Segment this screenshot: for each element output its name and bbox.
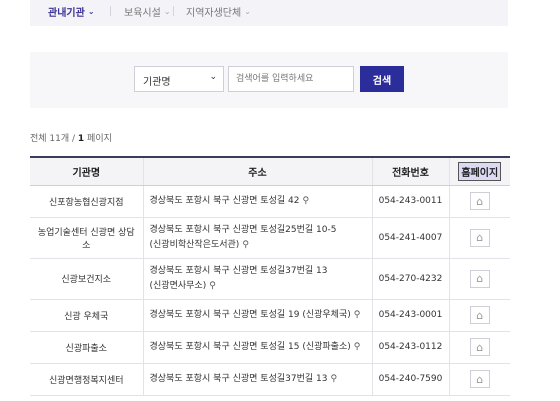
map-pin-icon[interactable]: ⚲ — [209, 279, 216, 294]
address-text: 경상북도 포항시 북구 신광면 토성길 42 — [149, 195, 300, 206]
tab-label: 보육시설 — [124, 8, 161, 19]
chevron-down-icon: ⌄ — [209, 72, 217, 82]
tab-local-groups[interactable]: 지역자생단체 ⌄ — [186, 4, 251, 19]
institution-name: 농업기술센터 신광면 상담소 — [30, 217, 143, 259]
select-value: 기관명 — [143, 77, 171, 88]
home-icon[interactable]: ⌂ — [469, 228, 490, 247]
homepage-cell: ⌂ — [448, 299, 510, 332]
search-input[interactable] — [228, 66, 354, 92]
result-count: 전체 11개 / 1 페이지 — [30, 131, 112, 144]
search-button[interactable]: 검색 — [360, 66, 404, 92]
search-panel: 기관명 ⌄ 검색 — [30, 52, 508, 108]
institution-name: 신광보건지소 — [30, 258, 143, 300]
home-icon[interactable]: ⌂ — [469, 269, 490, 288]
table-row: 신포항농협신광지점 경상북도 포항시 북구 신광면 토성길 42 ⚲ 054-24… — [30, 185, 510, 218]
address-text: 경상북도 포항시 북구 신광면 토성길37번길 13 — [149, 265, 328, 276]
table-row: 신광 우체국 경상북도 포항시 북구 신광면 토성길 19 (신광우체국) ⚲ 0… — [30, 299, 510, 332]
institution-address: 경상북도 포항시 북구 신광면 토성길37번길 13 ⚲ — [142, 363, 372, 396]
homepage-cell: ⌂ — [448, 185, 510, 218]
table-row: 신광면행정복지센터 경상북도 포항시 북구 신광면 토성길37번길 13 ⚲ 05… — [30, 363, 510, 396]
chevron-down-icon: ⌄ — [87, 7, 95, 16]
homepage-header-label: 홈페이지 — [458, 161, 502, 181]
institution-phone: 054-241-4007 — [371, 217, 449, 259]
tab-divider — [110, 6, 111, 16]
homepage-cell: ⌂ — [448, 363, 510, 396]
homepage-cell: ⌂ — [448, 217, 510, 259]
search-field-select[interactable]: 기관명 ⌄ — [134, 66, 224, 92]
map-pin-icon[interactable]: ⚲ — [242, 238, 249, 253]
column-header-homepage: 홈페이지 — [448, 156, 510, 186]
column-header-address: 주소 — [142, 156, 372, 186]
institution-name: 신광면행정복지센터 — [30, 363, 143, 396]
map-pin-icon[interactable]: ⚲ — [354, 308, 361, 323]
address-text: 경상북도 포항시 북구 신광면 토성길25번길 10-5 — [149, 224, 337, 235]
chevron-down-icon: ⌄ — [163, 7, 171, 16]
institution-name: 신광 우체국 — [30, 299, 143, 332]
institution-phone: 054-270-4232 — [371, 258, 449, 300]
address-text: 경상북도 포항시 북구 신광면 토성길 19 (신광우체국) — [149, 309, 351, 320]
map-pin-icon[interactable]: ⚲ — [302, 194, 309, 209]
map-pin-icon[interactable]: ⚲ — [330, 372, 337, 387]
address-detail: (신광면사무소) — [149, 280, 207, 291]
institution-phone: 054-243-0112 — [371, 331, 449, 364]
institution-address: 경상북도 포항시 북구 신광면 토성길 19 (신광우체국) ⚲ — [142, 299, 372, 332]
institution-phone: 054-243-0011 — [371, 185, 449, 218]
institution-phone: 054-243-0001 — [371, 299, 449, 332]
institution-phone: 054-240-7590 — [371, 363, 449, 396]
institution-address: 경상북도 포항시 북구 신광면 토성길 15 (신광파출소) ⚲ — [142, 331, 372, 364]
table-header-row: 기관명 주소 전화번호 홈페이지 — [30, 156, 510, 186]
homepage-cell: ⌂ — [448, 258, 510, 300]
tab-institutions[interactable]: 관내기관 ⌄ — [48, 4, 95, 19]
count-suffix: 페이지 — [84, 134, 112, 144]
institution-address: 경상북도 포항시 북구 신광면 토성길 42 ⚲ — [142, 185, 372, 218]
institution-table: 기관명 주소 전화번호 홈페이지 신포항농협신광지점 경상북도 포항시 북구 신… — [30, 156, 510, 396]
homepage-cell: ⌂ — [448, 331, 510, 364]
home-icon[interactable]: ⌂ — [469, 306, 490, 324]
institution-address: 경상북도 포항시 북구 신광면 토성길37번길 13 (신광면사무소) ⚲ — [142, 258, 372, 300]
home-icon[interactable]: ⌂ — [469, 338, 490, 356]
address-detail: (신광비학산작은도서관) — [149, 239, 240, 250]
institution-name: 신광파출소 — [30, 331, 143, 364]
home-icon[interactable]: ⌂ — [469, 370, 490, 388]
tab-childcare[interactable]: 보육시설 ⌄ — [124, 4, 171, 19]
tab-label: 관내기관 — [48, 8, 85, 19]
address-text: 경상북도 포항시 북구 신광면 토성길 15 (신광파출소) — [149, 341, 351, 352]
chevron-down-icon: ⌄ — [244, 7, 251, 16]
category-tab-bar: 관내기관 ⌄ 보육시설 ⌄ 지역자생단체 ⌄ — [30, 0, 508, 26]
institution-name: 신포항농협신광지점 — [30, 185, 143, 218]
column-header-name: 기관명 — [30, 156, 143, 186]
tab-divider — [173, 6, 174, 16]
count-prefix: 전체 11개 / — [30, 134, 78, 144]
institution-address: 경상북도 포항시 북구 신광면 토성길25번길 10-5 (신광비학산작은도서관)… — [142, 217, 372, 259]
table-row: 신광파출소 경상북도 포항시 북구 신광면 토성길 15 (신광파출소) ⚲ 05… — [30, 331, 510, 364]
home-icon[interactable]: ⌂ — [469, 192, 490, 210]
map-pin-icon[interactable]: ⚲ — [354, 340, 361, 355]
column-header-phone: 전화번호 — [371, 156, 449, 186]
tab-label: 지역자생단체 — [186, 8, 242, 19]
table-row: 농업기술센터 신광면 상담소 경상북도 포항시 북구 신광면 토성길25번길 1… — [30, 217, 510, 259]
address-text: 경상북도 포항시 북구 신광면 토성길37번길 13 — [149, 373, 328, 384]
table-row: 신광보건지소 경상북도 포항시 북구 신광면 토성길37번길 13 (신광면사무소… — [30, 258, 510, 300]
